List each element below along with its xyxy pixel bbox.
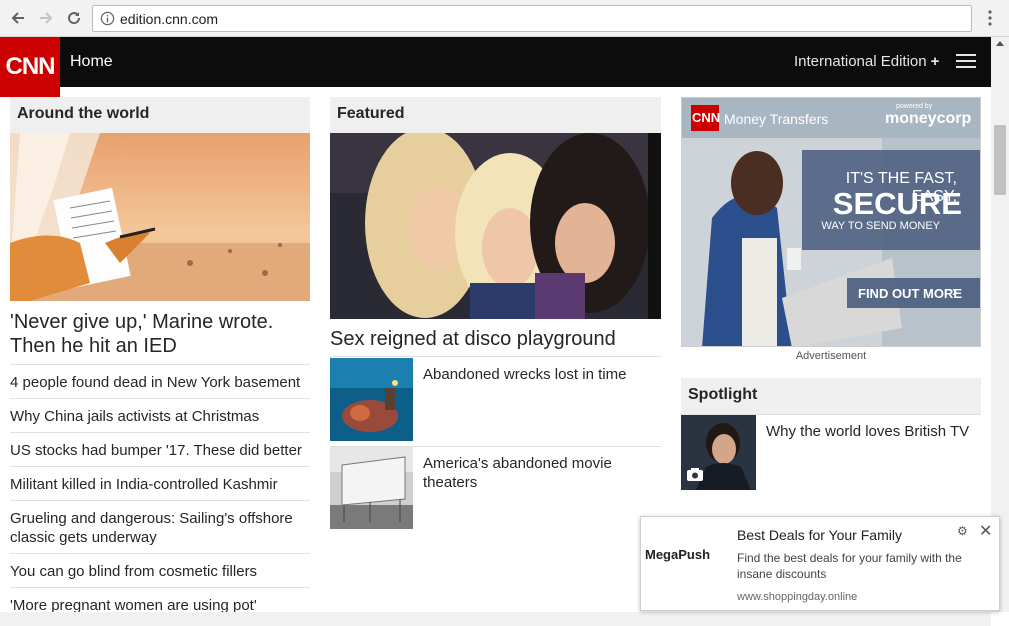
- disco-photo-image[interactable]: [330, 133, 661, 319]
- notification-title[interactable]: Best Deals for Your Family: [737, 527, 902, 543]
- url-text[interactable]: edition.cnn.com: [120, 11, 218, 27]
- advertisement-banner[interactable]: CNN Money Transfers powered by moneycorp…: [681, 97, 981, 347]
- section-header-featured[interactable]: Featured: [330, 97, 661, 133]
- notification-url[interactable]: www.shoppingday.online: [737, 591, 857, 603]
- status-strip: [0, 612, 991, 626]
- movie-theater-thumbnail[interactable]: [330, 447, 413, 529]
- ad-tagline-3: WAY TO SEND MONEY: [821, 220, 940, 232]
- story-british-tv[interactable]: Why the world loves British TV: [766, 422, 978, 441]
- lead-headline-disco[interactable]: Sex reigned at disco playground: [330, 327, 661, 351]
- reload-button[interactable]: [63, 7, 85, 29]
- story-abandoned-wrecks[interactable]: Abandoned wrecks lost in time: [423, 365, 659, 384]
- push-notification[interactable]: MegaPush Best Deals for Your Family Find…: [640, 516, 1000, 611]
- back-button[interactable]: [7, 7, 29, 29]
- ad-product: Money Transfers: [724, 111, 829, 127]
- thumbnail-image: [330, 447, 413, 529]
- marine-letter-image[interactable]: [10, 133, 310, 301]
- notification-body[interactable]: Find the best deals for your family with…: [737, 550, 977, 582]
- arrow-left-icon: [11, 12, 24, 24]
- lead-headline-marine[interactable]: 'Never give up,' Marine wrote. Then he h…: [10, 310, 310, 358]
- hamburger-menu-icon[interactable]: [956, 54, 976, 70]
- list-item[interactable]: Militant killed in India-controlled Kash…: [10, 466, 310, 500]
- british-tv-thumbnail[interactable]: [681, 415, 756, 490]
- browser-toolbar: edition.cnn.com: [0, 0, 1009, 37]
- scroll-thumb[interactable]: [994, 125, 1006, 195]
- plus-icon: +: [930, 53, 940, 70]
- cnn-logo[interactable]: CNN: [0, 37, 60, 97]
- photo-image: [330, 133, 661, 319]
- list-item[interactable]: US stocks had bumper '17. These did bett…: [10, 432, 310, 466]
- site-header: CNN Home International Edition +: [0, 37, 991, 97]
- chevron-right-icon: ›: [952, 283, 957, 300]
- megapush-logo: MegaPush: [645, 547, 711, 562]
- reload-icon: [68, 12, 81, 25]
- section-header-spotlight[interactable]: Spotlight: [681, 378, 981, 414]
- advertisement-label: Advertisement: [795, 350, 867, 362]
- edition-selector[interactable]: International Edition +: [794, 53, 939, 70]
- list-item[interactable]: 'More pregnant women are using pot': [10, 587, 310, 614]
- close-icon[interactable]: ✕: [979, 521, 992, 541]
- list-item[interactable]: You can go blind from cosmetic fillers: [10, 553, 310, 587]
- list-item[interactable]: 4 people found dead in New York basement: [10, 364, 310, 398]
- divider: [330, 356, 661, 357]
- illustration-image: [10, 133, 310, 301]
- list-item[interactable]: Grueling and dangerous: Sailing's offsho…: [10, 500, 310, 553]
- home-link[interactable]: Home: [70, 53, 113, 71]
- scroll-up-icon[interactable]: [996, 41, 1004, 46]
- ad-tagline-2: SECURE: [832, 186, 962, 221]
- arrow-right-icon: [40, 12, 53, 24]
- gear-icon[interactable]: ⚙: [957, 524, 968, 538]
- section-header-around-world[interactable]: Around the world: [10, 97, 310, 133]
- list-item[interactable]: Why China jails activists at Christmas: [10, 398, 310, 432]
- ad-brand: CNN: [692, 110, 721, 125]
- address-bar[interactable]: edition.cnn.com: [92, 5, 972, 32]
- browser-menu-icon[interactable]: [982, 8, 998, 28]
- ad-partner: moneycorp: [885, 110, 972, 127]
- thumbnail-image: [330, 358, 413, 441]
- forward-button[interactable]: [35, 7, 57, 29]
- shipwreck-thumbnail[interactable]: [330, 358, 413, 441]
- camera-icon: [687, 468, 703, 481]
- ad-partner-small: powered by: [896, 103, 933, 110]
- story-movie-theaters[interactable]: America's abandoned movie theaters: [423, 454, 659, 492]
- ad-cta-button[interactable]: FIND OUT MORE: [858, 286, 962, 301]
- info-icon[interactable]: [100, 11, 115, 26]
